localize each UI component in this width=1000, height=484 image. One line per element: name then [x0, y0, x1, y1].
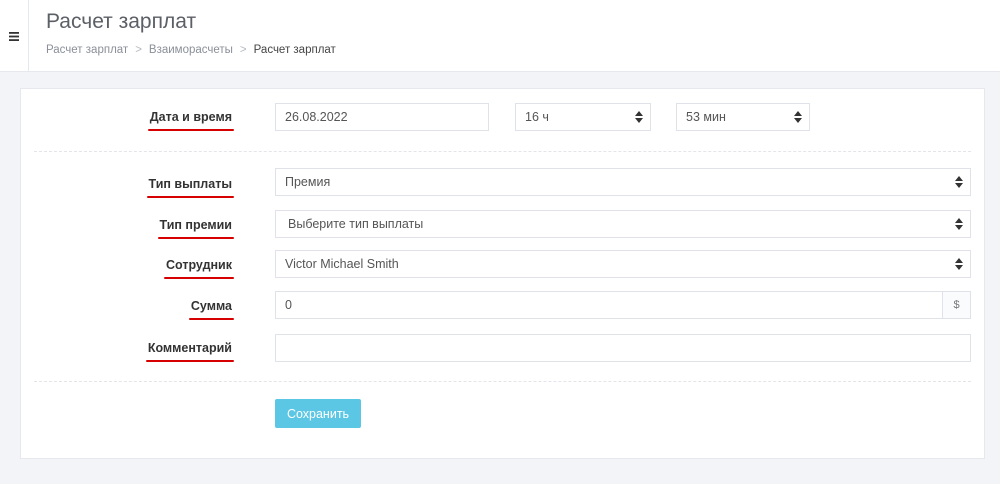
hour-select[interactable]: 16 ч — [515, 103, 651, 131]
employee-value: Victor Michael Smith — [285, 257, 399, 271]
breadcrumb-item-current: Расчет зарплат — [253, 44, 336, 56]
amount-label: Сумма — [188, 299, 235, 320]
breadcrumb-item-salary-calc[interactable]: Расчет зарплат — [46, 44, 128, 56]
hamburger-icon — [9, 31, 19, 41]
payment-type-select[interactable]: Премия — [275, 168, 971, 196]
save-button[interactable]: Сохранить — [275, 399, 361, 428]
bonus-type-select[interactable]: Выберите тип выплаты — [275, 210, 971, 238]
payment-type-label: Тип выплаты — [146, 177, 235, 198]
payment-type-value: Премия — [285, 175, 331, 189]
breadcrumb-separator: > — [239, 44, 247, 56]
minute-value: 53 мин — [686, 110, 726, 124]
employee-select[interactable]: Victor Michael Smith — [275, 250, 971, 278]
sort-caret-icon — [635, 111, 643, 123]
section-divider — [34, 151, 971, 152]
currency-addon: $ — [942, 292, 970, 318]
amount-value: 0 — [285, 298, 292, 312]
salary-form-card: Дата и время 26.08.2022 16 ч 53 мин Тип … — [20, 88, 985, 459]
sort-caret-icon — [794, 111, 802, 123]
bonus-type-value: Выберите тип выплаты — [288, 217, 424, 231]
minute-select[interactable]: 53 мин — [676, 103, 810, 131]
breadcrumb-separator: > — [135, 44, 142, 56]
section-divider — [34, 381, 971, 382]
date-value: 26.08.2022 — [285, 110, 348, 124]
comment-label: Комментарий — [145, 341, 235, 362]
comment-input[interactable] — [275, 334, 971, 362]
hour-value: 16 ч — [525, 110, 549, 124]
sort-caret-icon — [955, 218, 963, 230]
date-input[interactable]: 26.08.2022 — [275, 103, 489, 131]
breadcrumb-item-settlements[interactable]: Взаиморасчеты — [149, 44, 233, 56]
amount-input[interactable]: 0 $ — [275, 291, 971, 319]
sort-caret-icon — [955, 176, 963, 188]
employee-label: Сотрудник — [163, 258, 235, 279]
top-bar: Расчет зарплат Расчет зарплат > Взаиморасч… — [0, 0, 1000, 72]
page-title: Расчет зарплат — [46, 10, 197, 33]
sort-caret-icon — [955, 258, 963, 270]
menu-toggle-button[interactable] — [0, 0, 29, 72]
breadcrumb: Расчет зарплат > Взаиморасчеты > Расчет зарп… — [46, 44, 336, 56]
datetime-label: Дата и время — [147, 110, 235, 131]
bonus-type-label: Тип премии — [157, 218, 235, 239]
